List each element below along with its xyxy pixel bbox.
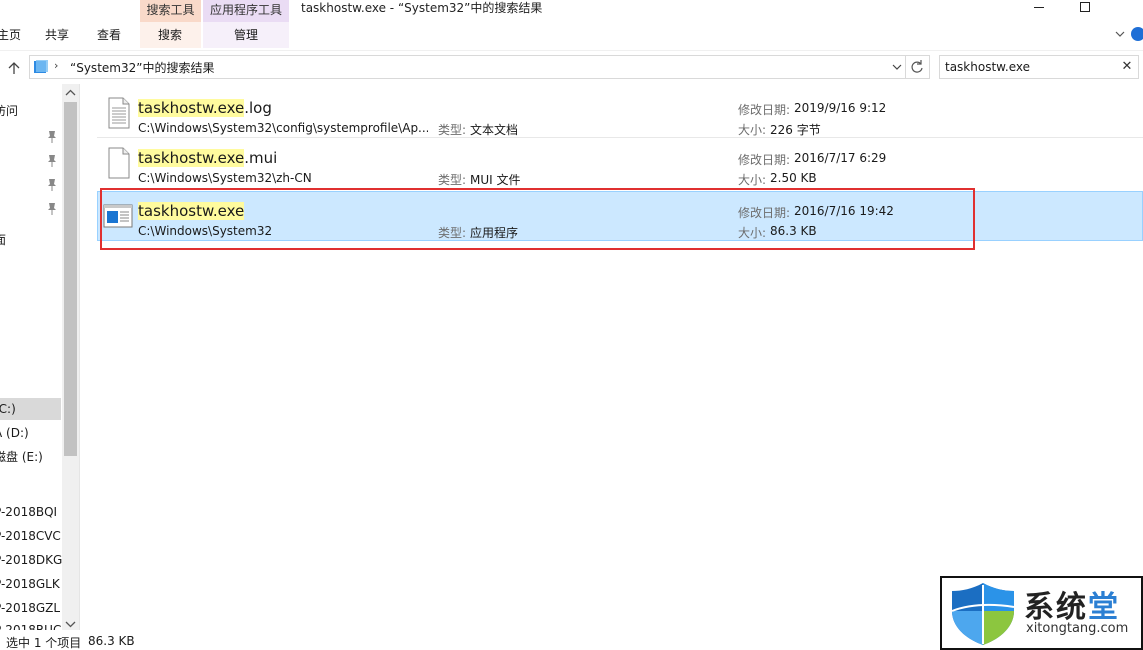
file-size-label: 大小: xyxy=(738,226,767,240)
file-row[interactable]: taskhostw.exe.log C:\Windows\System32\co… xyxy=(97,88,1143,138)
address-bar[interactable]: › “System32”中的搜索结果 xyxy=(29,55,906,79)
watermark-url: xitongtang.com xyxy=(1026,621,1129,636)
file-name-extension: .mui xyxy=(244,149,278,167)
window-title: taskhostw.exe - “System32”中的搜索结果 xyxy=(301,1,543,15)
file-name-extension: .log xyxy=(244,99,272,117)
nav-item-network-computer[interactable]: P-2018DKG xyxy=(0,549,62,571)
file-type: 文本文档 xyxy=(470,123,519,137)
file-name: taskhostw.exe.log xyxy=(138,99,272,117)
file-modified: 2016/7/16 19:42 xyxy=(794,204,894,218)
refresh-icon xyxy=(911,60,923,73)
nav-item-network-computer[interactable]: P-2018GLK xyxy=(0,573,60,595)
nav-item-drive-d[interactable]: A (D:) xyxy=(0,422,29,444)
navigation-pane: 访问 面 (C:) A (D:) 磁盘 (E:) P-2018BQI P-201… xyxy=(0,84,80,630)
file-name-match: taskhostw.exe xyxy=(138,202,245,220)
tab-share[interactable]: 共享 xyxy=(38,24,76,46)
file-modified: 2016/7/17 6:29 xyxy=(794,151,887,165)
chevron-down-icon[interactable] xyxy=(891,61,903,73)
ribbon-expand-button[interactable] xyxy=(1113,27,1127,41)
pin-icon[interactable] xyxy=(46,178,58,192)
shield-logo-icon xyxy=(951,583,1015,645)
text-file-icon xyxy=(108,97,130,129)
file-modified-label: 修改日期: xyxy=(738,103,791,117)
pin-icon[interactable] xyxy=(46,130,58,144)
scroll-down-icon[interactable] xyxy=(62,618,79,630)
file-size: 2.50 KB xyxy=(770,171,817,185)
tab-search[interactable]: 搜索 xyxy=(146,24,194,46)
file-size-label: 大小: xyxy=(738,123,767,137)
pin-icon[interactable] xyxy=(46,154,58,168)
file-type: MUI 文件 xyxy=(470,173,521,187)
file-type: 应用程序 xyxy=(470,226,519,240)
nav-scroll-thumb[interactable] xyxy=(64,102,77,456)
nav-item-network-computer[interactable]: P-2018RUC xyxy=(0,621,61,630)
file-row[interactable]: taskhostw.exe.mui C:\Windows\System32\zh… xyxy=(97,138,1143,188)
nav-item-drive-e[interactable]: 磁盘 (E:) xyxy=(0,446,43,468)
file-size: 226 字节 xyxy=(770,123,821,137)
nav-item-network-computer[interactable]: P-2018GZL xyxy=(0,597,60,619)
breadcrumb-separator[interactable]: › xyxy=(54,59,58,72)
app-tools-header: 应用程序工具 xyxy=(203,0,289,22)
application-icon xyxy=(103,204,133,228)
search-input[interactable] xyxy=(945,59,1115,75)
maximize-button[interactable] xyxy=(1062,0,1108,16)
file-explorer-window: 搜索工具 应用程序工具 主页 共享 查看 搜索 管理 taskhostw.exe… xyxy=(0,0,1143,650)
scroll-up-icon[interactable] xyxy=(62,86,79,100)
nav-scrollbar[interactable] xyxy=(62,84,79,630)
status-selection-size: 86.3 KB xyxy=(88,634,135,648)
file-row-selected[interactable]: taskhostw.exe C:\Windows\System32 类型: 应用… xyxy=(97,191,1143,241)
status-selection-count: 选中 1 个项目 xyxy=(6,636,82,650)
file-size: 86.3 KB xyxy=(770,224,817,238)
pin-icon[interactable] xyxy=(46,202,58,216)
file-path: C:\Windows\System32\zh-CN xyxy=(138,171,312,185)
search-tools-header: 搜索工具 xyxy=(140,0,201,22)
file-type-label: 类型: xyxy=(438,226,467,240)
minimize-button[interactable] xyxy=(1016,0,1062,16)
address-row: › “System32”中的搜索结果 ✕ xyxy=(0,50,1143,84)
nav-item-network-computer[interactable]: P-2018BQI xyxy=(0,501,57,523)
nav-item-desktop[interactable]: 面 xyxy=(0,229,6,251)
file-path: C:\Windows\System32\config\systemprofile… xyxy=(138,121,428,135)
refresh-button[interactable] xyxy=(906,55,930,79)
file-name: taskhostw.exe.mui xyxy=(138,149,277,167)
nav-item-network-computer[interactable]: P-2018CVC xyxy=(0,525,61,547)
file-name: taskhostw.exe xyxy=(138,202,245,220)
search-results-list: taskhostw.exe.log C:\Windows\System32\co… xyxy=(81,84,1143,630)
title-bar: 搜索工具 应用程序工具 主页 共享 查看 搜索 管理 taskhostw.exe… xyxy=(0,0,1143,48)
up-button[interactable] xyxy=(6,60,22,76)
file-size-label: 大小: xyxy=(738,173,767,187)
tab-home[interactable]: 主页 xyxy=(0,24,24,46)
help-button[interactable] xyxy=(1131,27,1143,41)
chevron-down-icon xyxy=(1115,31,1125,37)
watermark-site-name: 系统堂 xyxy=(1024,590,1120,625)
search-results-folder-icon xyxy=(34,60,48,73)
generic-file-icon xyxy=(108,147,130,179)
minimize-icon xyxy=(1034,7,1044,8)
file-modified-label: 修改日期: xyxy=(738,153,791,167)
file-type-label: 类型: xyxy=(438,123,467,137)
tab-view[interactable]: 查看 xyxy=(90,24,128,46)
file-type-label: 类型: xyxy=(438,173,467,187)
file-path: C:\Windows\System32 xyxy=(138,224,273,238)
arrow-up-icon xyxy=(8,62,20,74)
file-modified: 2019/9/16 9:12 xyxy=(794,101,887,115)
maximize-icon xyxy=(1080,2,1090,12)
search-box[interactable]: ✕ xyxy=(939,55,1139,79)
watermark-logo: 系统堂 xitongtang.com xyxy=(940,576,1143,650)
breadcrumb-location[interactable]: “System32”中的搜索结果 xyxy=(70,59,214,76)
file-name-match: taskhostw.exe xyxy=(138,149,245,167)
nav-item-drive-c[interactable]: (C:) xyxy=(0,398,16,420)
clear-search-icon[interactable]: ✕ xyxy=(1120,59,1134,75)
file-name-match: taskhostw.exe xyxy=(138,99,245,117)
nav-item-quick-access[interactable]: 访问 xyxy=(0,100,18,122)
file-modified-label: 修改日期: xyxy=(738,206,791,220)
tab-manage[interactable]: 管理 xyxy=(219,24,273,46)
